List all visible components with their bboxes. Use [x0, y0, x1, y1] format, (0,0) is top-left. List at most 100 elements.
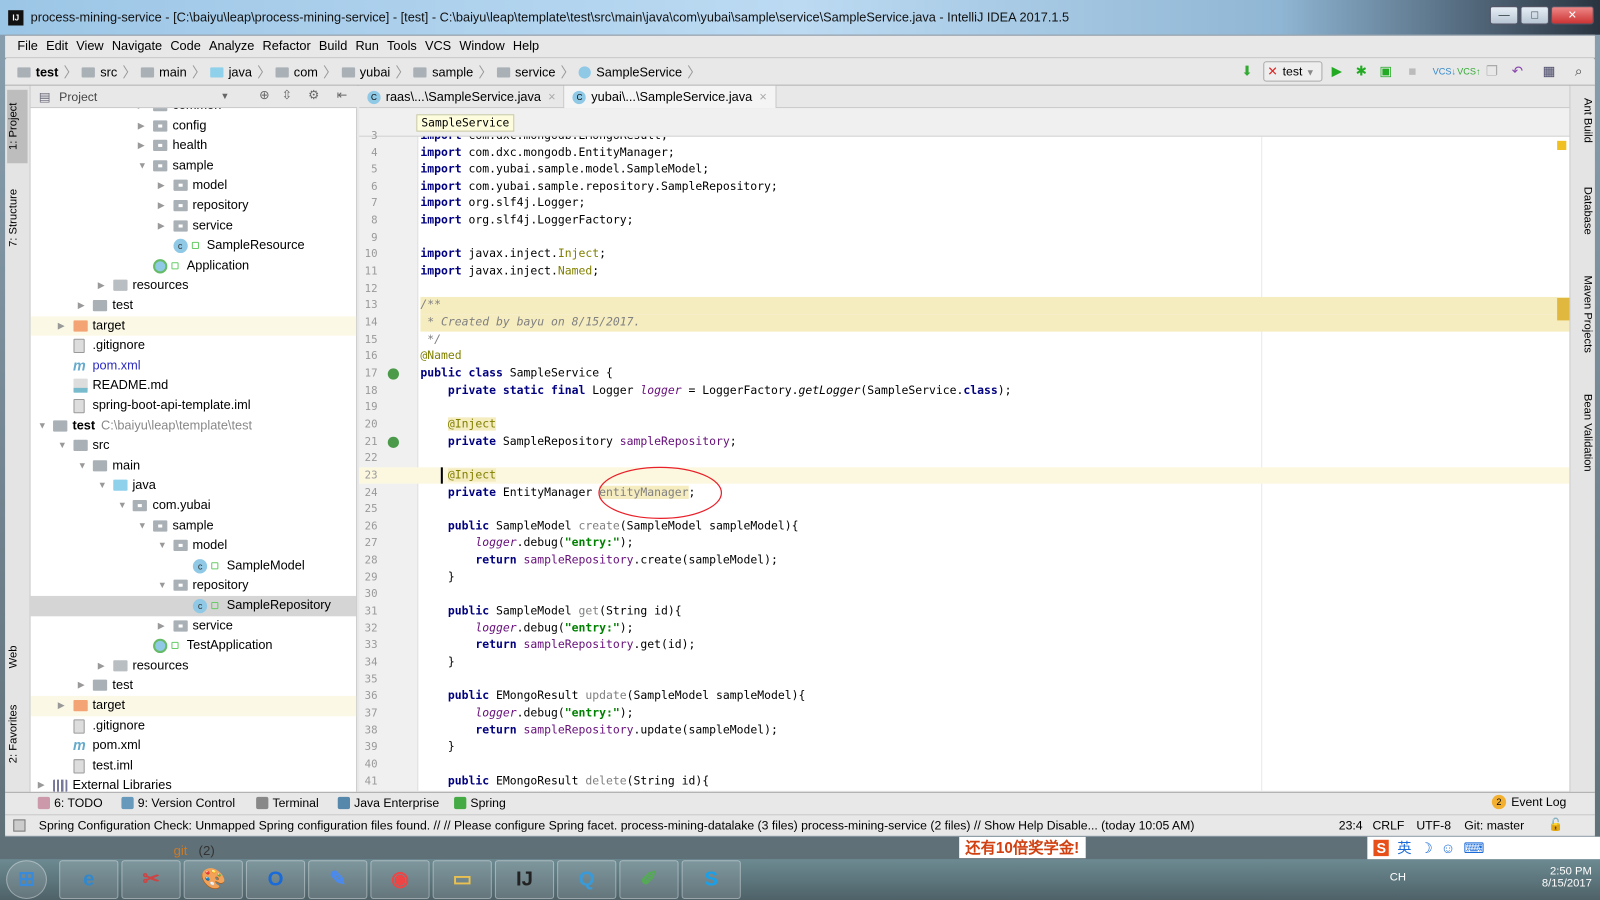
- caret-position[interactable]: 23:4: [1339, 818, 1363, 832]
- menu-refactor[interactable]: Refactor: [258, 36, 314, 57]
- event-log-button[interactable]: 2 Event Log: [1491, 794, 1566, 810]
- ime-mode[interactable]: 英: [1397, 838, 1411, 858]
- taskbar-chrome-icon[interactable]: ◉: [370, 860, 430, 899]
- close-button[interactable]: ✕: [1551, 6, 1594, 25]
- breadcrumb-com[interactable]: com 〉: [275, 62, 341, 82]
- collapse-arrow-icon[interactable]: ▶: [138, 136, 145, 156]
- tree-item[interactable]: ▼ test C:\baiyu\leap\template\test: [31, 416, 357, 436]
- collapse-arrow-icon[interactable]: ▶: [78, 676, 85, 696]
- taskbar-outlook-icon[interactable]: O: [245, 860, 306, 899]
- collapse-arrow-icon[interactable]: ▶: [158, 196, 165, 216]
- collapse-all-icon[interactable]: ⇳: [282, 88, 292, 102]
- tree-item[interactable]: ▶ test: [31, 296, 357, 316]
- menu-edit[interactable]: Edit: [42, 36, 72, 57]
- clock[interactable]: 2:50 PM 8/15/2017: [1520, 865, 1592, 889]
- line-separator[interactable]: CRLF: [1372, 818, 1404, 832]
- project-view-title[interactable]: Project: [59, 90, 97, 104]
- taskbar-notes-icon[interactable]: ✎: [308, 860, 368, 899]
- chevron-down-icon[interactable]: ▼: [220, 91, 229, 101]
- breadcrumb-java[interactable]: java 〉: [210, 62, 275, 82]
- tree-item[interactable]: ▶ test: [31, 676, 357, 696]
- tree-item[interactable]: ▶ common: [31, 108, 357, 116]
- collapse-arrow-icon[interactable]: ▶: [138, 116, 145, 136]
- collapse-arrow-icon[interactable]: ▶: [158, 176, 165, 196]
- tree-item[interactable]: ▼ java: [31, 476, 357, 496]
- tool-tab-web[interactable]: Web: [7, 637, 27, 678]
- taskbar-snipping-tool-icon[interactable]: ✂: [121, 860, 181, 899]
- menu-help[interactable]: Help: [509, 36, 543, 57]
- expand-arrow-icon[interactable]: ▼: [138, 516, 147, 536]
- spring-bean-gutter-icon[interactable]: [387, 368, 399, 380]
- tool-tab-favorites[interactable]: 2: Favorites: [7, 698, 27, 769]
- lock-icon[interactable]: 🔓: [1548, 817, 1563, 831]
- close-tab-icon[interactable]: ×: [548, 90, 555, 104]
- tree-item[interactable]: ▼ repository: [31, 576, 357, 596]
- tool-button-todo[interactable]: 6: TODO: [37, 796, 103, 810]
- taskbar-paint-icon[interactable]: 🎨: [183, 860, 243, 899]
- tree-item[interactable]: ▶ repository: [31, 196, 357, 216]
- breadcrumb-sample[interactable]: sample 〉: [413, 62, 497, 82]
- language-indicator[interactable]: CH: [1390, 871, 1406, 883]
- tool-tab-database[interactable]: Database: [1573, 183, 1594, 239]
- status-message[interactable]: Spring Configuration Check: Unmapped Spr…: [39, 818, 1195, 832]
- expand-arrow-icon[interactable]: ▼: [38, 416, 47, 436]
- menu-file[interactable]: File: [13, 36, 42, 57]
- git-branch[interactable]: Git: master: [1464, 818, 1524, 832]
- minimize-button[interactable]: —: [1489, 6, 1519, 25]
- maximize-button[interactable]: □: [1520, 6, 1549, 25]
- tree-item[interactable]: .gitignore: [31, 336, 357, 356]
- file-encoding[interactable]: UTF-8: [1416, 818, 1451, 832]
- vcs-commit-icon[interactable]: VCS↑: [1457, 61, 1480, 81]
- expand-arrow-icon[interactable]: ▼: [58, 436, 67, 456]
- collapse-arrow-icon[interactable]: ▶: [58, 316, 65, 336]
- expand-arrow-icon[interactable]: ▼: [118, 496, 127, 516]
- editor-breadcrumb[interactable]: SampleService: [416, 114, 515, 132]
- tree-item[interactable]: ▶ config: [31, 116, 357, 136]
- menu-tools[interactable]: Tools: [383, 36, 421, 57]
- taskbar-start-icon[interactable]: ⊞: [6, 860, 47, 899]
- sogou-icon[interactable]: S: [1373, 839, 1390, 857]
- breadcrumb-main[interactable]: main 〉: [140, 62, 210, 82]
- tree-item[interactable]: Application: [31, 256, 357, 276]
- tree-item[interactable]: ▼ com.yubai: [31, 496, 357, 516]
- debug-icon[interactable]: ✱: [1351, 61, 1371, 81]
- breadcrumb-sampleservice[interactable]: SampleService 〉: [578, 62, 706, 82]
- tool-tab-structure[interactable]: 7: Structure: [7, 178, 27, 260]
- menu-view[interactable]: View: [72, 36, 108, 57]
- scrollbar-marker[interactable]: [1557, 297, 1570, 321]
- tree-item[interactable]: ▶ target: [30, 695, 357, 716]
- collapse-arrow-icon[interactable]: ▶: [98, 656, 105, 676]
- smiley-icon[interactable]: ☺: [1441, 840, 1456, 856]
- hide-panel-icon[interactable]: ⇤: [337, 88, 347, 102]
- tree-item[interactable]: ▶ resources: [31, 656, 357, 676]
- vcs-update-icon[interactable]: VCS↓: [1433, 61, 1456, 81]
- project-structure-icon[interactable]: ▦: [1539, 61, 1559, 81]
- expand-arrow-icon[interactable]: ▼: [138, 156, 147, 176]
- tree-item[interactable]: .gitignore: [31, 716, 357, 736]
- tool-button-vcs[interactable]: 9: Version Control: [121, 796, 235, 810]
- tool-tab-ant-build[interactable]: Ant Build: [1573, 94, 1594, 147]
- status-toggle-icon[interactable]: [13, 819, 26, 832]
- tree-item[interactable]: ▶ service: [31, 616, 357, 636]
- tree-item[interactable]: ▼ model: [31, 536, 357, 556]
- taskbar-qq-icon[interactable]: Q: [557, 860, 617, 899]
- tree-item[interactable]: spring-boot-api-template.iml: [31, 396, 357, 416]
- gear-icon[interactable]: ⚙: [308, 88, 319, 102]
- collapse-arrow-icon[interactable]: ▶: [38, 776, 45, 792]
- tree-item[interactable]: c SampleResource: [31, 236, 357, 256]
- menu-navigate[interactable]: Navigate: [108, 36, 167, 57]
- tree-item[interactable]: ▶ health: [31, 136, 357, 156]
- tree-item[interactable]: ▶ target: [30, 315, 357, 336]
- editor-tab[interactable]: Craas\...\SampleService.java ×: [359, 85, 565, 109]
- tree-item[interactable]: ▼ main: [31, 456, 357, 476]
- breadcrumb-yubai[interactable]: yubai 〉: [341, 62, 413, 82]
- spring-bean-gutter-icon[interactable]: [387, 436, 399, 448]
- tree-item[interactable]: test.iml: [31, 756, 357, 776]
- coverage-icon[interactable]: ▣: [1375, 61, 1395, 81]
- collapse-arrow-icon[interactable]: ▶: [58, 696, 65, 716]
- tree-item[interactable]: ▼ sample: [31, 516, 357, 536]
- expand-arrow-icon[interactable]: ▼: [78, 456, 87, 476]
- scroll-from-source-icon[interactable]: ⊕: [259, 88, 269, 102]
- expand-arrow-icon[interactable]: ▼: [98, 476, 107, 496]
- breadcrumb-test[interactable]: test 〉: [17, 62, 82, 82]
